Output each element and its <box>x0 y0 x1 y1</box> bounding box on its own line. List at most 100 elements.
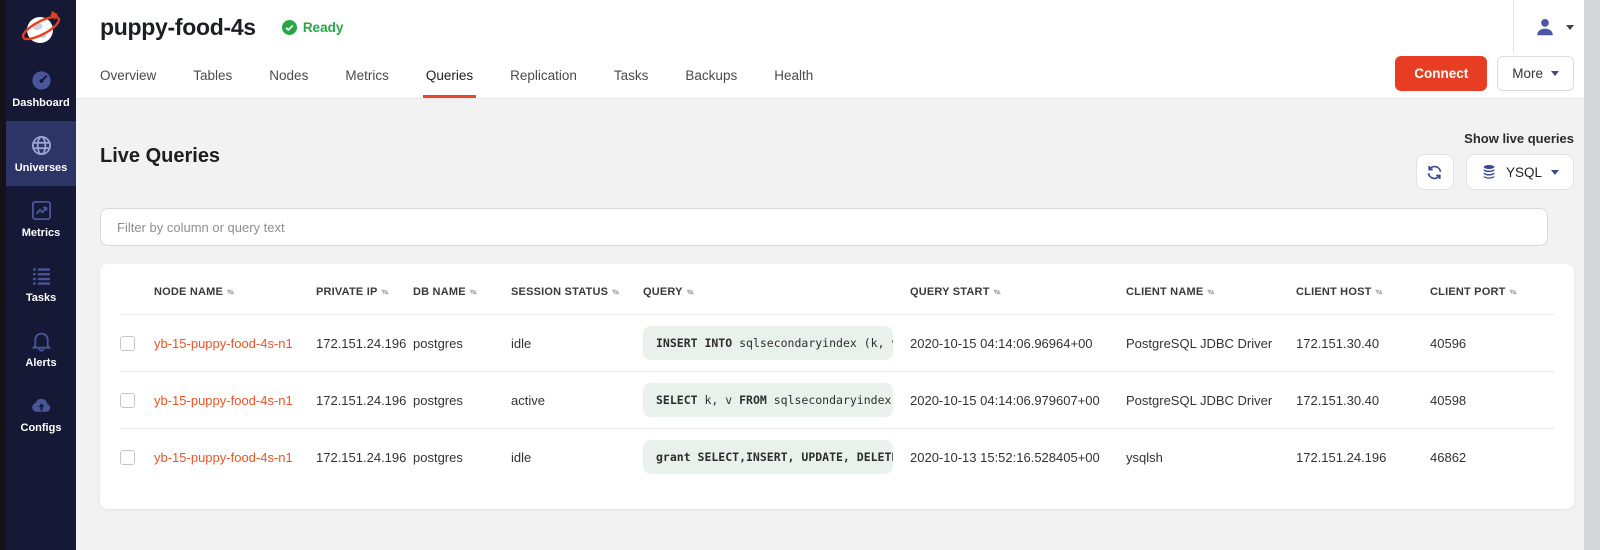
sidebar-item-label: Universes <box>15 162 68 174</box>
sidebar-item-alerts[interactable]: Alerts <box>6 316 76 381</box>
sidebar-item-configs[interactable]: Configs <box>6 381 76 446</box>
main-area: puppy-food-4s Ready OverviewTablesNodesM… <box>76 0 1584 550</box>
private-ip-cell: 172.151.24.196 <box>316 336 413 351</box>
node-name-link[interactable]: yb-15-puppy-food-4s-n1 <box>154 450 316 465</box>
query-segment: k, v <box>698 393 740 407</box>
sort-icon[interactable]: ▾▴ <box>1376 288 1382 296</box>
query-segment: FROM <box>739 393 767 407</box>
query-start-cell: 2020-10-15 04:14:06.979607+00 <box>910 393 1126 408</box>
sort-icon[interactable]: ▾▴ <box>1207 288 1213 296</box>
session-status-cell: idle <box>511 450 643 465</box>
api-selector-label: YSQL <box>1506 165 1542 180</box>
column-header-query[interactable]: QUERY▾▴ <box>643 286 910 298</box>
column-header-query-start[interactable]: QUERY START ▾▴ <box>910 286 1126 298</box>
row-checkbox[interactable] <box>120 336 135 351</box>
more-button-label: More <box>1512 66 1543 81</box>
sort-icon[interactable]: ▾▴ <box>227 288 233 296</box>
client-port-cell: 46862 <box>1430 450 1554 465</box>
list-icon <box>30 264 53 287</box>
column-header-label: QUERY START <box>910 286 990 298</box>
node-name-link[interactable]: yb-15-puppy-food-4s-n1 <box>154 336 316 351</box>
column-header-private-ip[interactable]: PRIVATE IP▾▴ <box>316 286 413 298</box>
chart-icon <box>30 199 53 222</box>
table-body: yb-15-puppy-food-4s-n1172.151.24.196post… <box>120 314 1554 485</box>
query-cell: SELECT k, v FROM sqlsecondaryindex … <box>643 383 910 417</box>
tab-nodes[interactable]: Nodes <box>269 68 308 98</box>
column-header-label: CLIENT PORT <box>1430 286 1506 298</box>
row-checkbox[interactable] <box>120 393 135 408</box>
query-segment: SELECT <box>656 393 698 407</box>
tab-bar: Overview Tables Nodes Metrics Queries Replica… <box>100 68 813 98</box>
more-button[interactable]: More <box>1497 56 1574 91</box>
refresh-button[interactable] <box>1416 154 1454 190</box>
header-actions: Connect More <box>1395 56 1574 91</box>
window-edge <box>1584 0 1600 550</box>
column-header-node-name[interactable]: NODE NAME▾▴ <box>154 286 316 298</box>
query-cell: grant SELECT,INSERT, UPDATE, DELETE… <box>643 440 910 474</box>
sidebar-item-metrics[interactable]: Metrics <box>6 186 76 251</box>
query-segment: INSERT INTO <box>656 336 732 350</box>
connect-button[interactable]: Connect <box>1395 56 1487 91</box>
cloud-upload-icon <box>30 394 53 417</box>
gauge-icon <box>30 69 53 92</box>
sort-icon[interactable]: ▾▴ <box>470 288 476 296</box>
row-checkbox-cell <box>120 450 154 465</box>
column-header-db-name[interactable]: DB NAME ▾▴ <box>413 286 511 298</box>
sort-icon[interactable]: ▾▴ <box>612 288 618 296</box>
client-port-cell: 40596 <box>1430 336 1554 351</box>
query-snippet[interactable]: INSERT INTO sqlsecondaryindex (k, v… <box>643 326 893 360</box>
user-menu[interactable] <box>1513 0 1574 54</box>
tab-queries[interactable]: Queries <box>426 68 473 98</box>
sidebar-item-label: Alerts <box>25 357 56 369</box>
sidebar-item-dashboard[interactable]: Dashboard <box>6 56 76 121</box>
tab-tasks[interactable]: Tasks <box>614 68 649 98</box>
row-checkbox[interactable] <box>120 450 135 465</box>
query-snippet[interactable]: grant SELECT,INSERT, UPDATE, DELETE… <box>643 440 893 474</box>
sidebar-item-tasks[interactable]: Tasks <box>6 251 76 316</box>
app-window: Dashboard Universes Metrics Tasks Alerts Conf… <box>0 0 1600 550</box>
client-host-cell: 172.151.30.40 <box>1296 393 1430 408</box>
sidebar-item-label: Metrics <box>22 227 61 239</box>
chevron-down-icon <box>1551 170 1559 175</box>
client-name-cell: PostgreSQL JDBC Driver <box>1126 393 1296 408</box>
tab-backups[interactable]: Backups <box>685 68 737 98</box>
column-header-label: SESSION STATUS <box>511 286 608 298</box>
sort-icon[interactable]: ▾▴ <box>382 288 388 296</box>
page-title: Live Queries <box>100 145 220 168</box>
tab-replication[interactable]: Replication <box>510 68 577 98</box>
private-ip-cell: 172.151.24.196 <box>316 450 413 465</box>
sort-icon[interactable]: ▾▴ <box>1510 288 1516 296</box>
toolbar-right: Show live queries <box>1416 131 1574 190</box>
sidebar-item-label: Tasks <box>26 292 56 304</box>
column-header-session-status[interactable]: SESSION STATUS ▾▴ <box>511 286 643 298</box>
tab-tables[interactable]: Tables <box>193 68 232 98</box>
column-header-label: CLIENT NAME <box>1126 286 1203 298</box>
node-name-link[interactable]: yb-15-puppy-food-4s-n1 <box>154 393 316 408</box>
column-header-client-name[interactable]: CLIENT NAME ▾▴ <box>1126 286 1296 298</box>
query-segment: sqlsecondaryindex (k, v… <box>732 336 893 350</box>
column-header-label: DB NAME <box>413 286 466 298</box>
sidebar: Dashboard Universes Metrics Tasks Alerts Conf… <box>6 0 76 550</box>
refresh-icon <box>1426 164 1443 181</box>
query-snippet[interactable]: SELECT k, v FROM sqlsecondaryindex … <box>643 383 893 417</box>
client-host-cell: 172.151.24.196 <box>1296 450 1430 465</box>
api-selector-dropdown[interactable]: YSQL <box>1466 154 1574 190</box>
yugabyte-logo-icon[interactable] <box>6 0 76 56</box>
tab-health[interactable]: Health <box>774 68 813 98</box>
query-segment: grant SELECT,INSERT, UPDATE, DELETE… <box>656 450 893 464</box>
query-filter-input[interactable] <box>100 208 1548 246</box>
tab-metrics[interactable]: Metrics <box>345 68 389 98</box>
tab-overview[interactable]: Overview <box>100 68 156 98</box>
column-header-client-port[interactable]: CLIENT PORT ▾▴ <box>1430 286 1554 298</box>
sidebar-item-label: Dashboard <box>12 97 69 109</box>
status-label: Ready <box>303 20 344 35</box>
sidebar-item-universes[interactable]: Universes <box>6 121 76 186</box>
live-queries-page: Live Queries Show live queries <box>76 99 1584 509</box>
table-row: yb-15-puppy-food-4s-n1172.151.24.196post… <box>120 428 1554 485</box>
table-header-row: NODE NAME▾▴PRIVATE IP▾▴DB NAME▾▴SESSION … <box>120 270 1554 314</box>
sort-icon[interactable]: ▾▴ <box>994 288 1000 296</box>
page-toolbar: Live Queries Show live queries <box>100 131 1574 190</box>
chevron-down-icon <box>1566 25 1574 30</box>
column-header-client-host[interactable]: CLIENT HOST▾▴ <box>1296 286 1430 298</box>
sort-icon[interactable]: ▾▴ <box>687 288 693 296</box>
